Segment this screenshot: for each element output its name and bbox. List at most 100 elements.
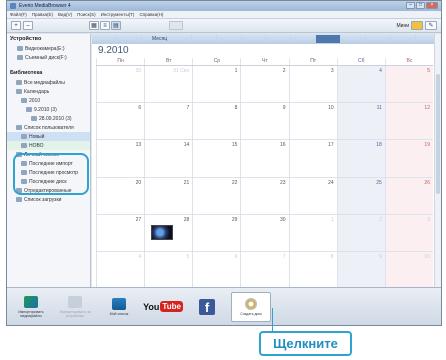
sidebar-library-item[interactable]: 28.09.2010 (3) <box>7 114 90 123</box>
calendar-day[interactable]: 30 <box>96 66 145 104</box>
calendar-day[interactable]: 4 <box>96 251 145 289</box>
calendar-day[interactable]: 1 <box>288 214 337 252</box>
calendar-day[interactable]: 27 <box>96 214 145 252</box>
menu-item-2[interactable]: Вид(V) <box>58 12 72 17</box>
color-swatch-icon[interactable] <box>411 21 423 30</box>
sidebar-library-item[interactable]: Список пользователя <box>7 123 90 132</box>
day-number: 10 <box>424 253 430 260</box>
calendar-day[interactable]: 14 <box>144 140 193 178</box>
month-title: 9.2010 <box>98 45 129 56</box>
calendar-day[interactable]: 8 <box>288 251 337 289</box>
calendar-day[interactable]: 7 <box>144 103 193 141</box>
calendar-day[interactable]: 5 <box>384 66 433 104</box>
calendar-day[interactable]: 9 <box>240 103 289 141</box>
export-button[interactable]: Экспортировать на устройство <box>55 292 95 322</box>
calendar-day[interactable]: 2 <box>240 66 289 104</box>
vertical-scrollbar[interactable] <box>434 34 441 288</box>
calendar-day[interactable]: 10 <box>288 103 337 141</box>
calendar-day[interactable]: 9 <box>336 251 385 289</box>
folder-icon <box>21 143 27 148</box>
calendar-day[interactable]: 29 <box>192 214 241 252</box>
month-tab[interactable] <box>117 35 142 43</box>
calendar-day[interactable]: 3 <box>288 66 337 104</box>
close-button[interactable]: × <box>426 2 438 9</box>
menu-item-3[interactable]: Поиск(S) <box>77 12 95 17</box>
settings-icon[interactable]: ✎ <box>425 21 437 30</box>
calendar-day[interactable]: 22 <box>192 177 241 215</box>
calendar-day[interactable]: 20 <box>96 177 145 215</box>
month-tab[interactable] <box>217 35 242 43</box>
calendar-day[interactable]: 8 <box>192 103 241 141</box>
add-icon[interactable]: + <box>11 21 21 30</box>
sidebar-library-item[interactable]: Календарь <box>7 87 90 96</box>
sidebar-device-item[interactable]: Видеокамера(E:) <box>7 44 90 53</box>
day-number: 9 <box>282 105 286 112</box>
month-tab[interactable] <box>92 35 117 43</box>
menu-item-5[interactable]: Справка(H) <box>139 12 163 17</box>
calendar-day[interactable]: 4 <box>336 66 385 104</box>
minimize-button[interactable]: – <box>406 2 415 9</box>
day-number: 3 <box>427 216 430 223</box>
calendar-day[interactable]: 24 <box>288 177 337 215</box>
calendar-day[interactable]: 7 <box>240 251 289 289</box>
month-tab[interactable] <box>167 35 192 43</box>
disc-icon <box>245 297 257 310</box>
search-icon[interactable] <box>169 21 183 30</box>
sidebar-library-item[interactable]: Новый <box>7 132 90 141</box>
calendar-day[interactable]: 21 <box>144 177 193 215</box>
calendar-day[interactable]: 6 <box>96 103 145 141</box>
sidebar-device-item[interactable]: Съемный диск(F:) <box>7 53 90 62</box>
calendar-day[interactable]: 26 <box>384 177 433 215</box>
sidebar-library-item[interactable]: 9.2010 (3) <box>7 105 90 114</box>
calendar-day[interactable]: 3 <box>384 214 433 252</box>
calendar-day[interactable]: 12 <box>384 103 433 141</box>
sidebar-library-item[interactable]: Список загрузки <box>7 195 90 204</box>
calendar-day[interactable]: 11 <box>336 103 385 141</box>
calendar-day[interactable]: 25 <box>336 177 385 215</box>
sidebar-library-item[interactable]: НОВО <box>7 141 90 150</box>
video-thumbnail[interactable] <box>151 224 174 240</box>
calendar-day[interactable]: 10 <box>384 251 433 289</box>
calendar-day[interactable]: 1 <box>192 66 241 104</box>
month-tab[interactable] <box>391 35 416 43</box>
menu-item-4[interactable]: Инструменты(T) <box>101 12 135 17</box>
sidebar-library-item[interactable]: 2010 <box>7 96 90 105</box>
menu-item-0[interactable]: Файл(F) <box>10 12 27 17</box>
calendar-day[interactable]: 28 <box>144 214 193 252</box>
month-tab[interactable] <box>316 35 342 43</box>
youtube-button[interactable]: You Tube <box>143 292 183 322</box>
calendar-day[interactable]: 17 <box>288 140 337 178</box>
month-tab[interactable] <box>291 35 317 43</box>
month-tab[interactable] <box>366 35 392 43</box>
day-headers: Пн Вт Ср Чт Пт Сб Вс <box>96 58 433 65</box>
calendar-view-icon[interactable]: ▤ <box>111 21 121 30</box>
sidebar-library-item[interactable]: Все медиафайлы <box>7 78 90 87</box>
calendar-day[interactable]: 16 <box>240 140 289 178</box>
day-number: 26 <box>424 179 430 186</box>
day-number: 6 <box>234 253 238 260</box>
calendar-day[interactable]: 5 <box>144 251 193 289</box>
calendar-day[interactable]: 2 <box>336 214 385 252</box>
month-tab[interactable] <box>341 35 367 43</box>
create-disc-button[interactable]: Создать диск <box>231 291 271 322</box>
calendar-day[interactable]: 30 <box>240 214 289 252</box>
import-button[interactable]: Импортировать медиафайлы <box>11 292 51 322</box>
calendar-day[interactable]: 15 <box>192 140 241 178</box>
facebook-button[interactable]: f <box>187 292 227 322</box>
list-view-icon[interactable]: ≡ <box>100 21 110 30</box>
maximize-button[interactable]: □ <box>416 2 425 9</box>
menu-item-1[interactable]: Правка(E) <box>32 12 53 17</box>
my-list-button[interactable]: Мой список <box>99 292 139 322</box>
remove-icon[interactable]: – <box>23 21 33 30</box>
calendar-day[interactable]: 6 <box>192 251 241 289</box>
grid-view-icon[interactable]: ▦ <box>89 21 99 30</box>
folder-icon <box>16 197 22 202</box>
calendar-day[interactable]: 18 <box>336 140 385 178</box>
calendar-day[interactable]: 23 <box>240 177 289 215</box>
month-tab[interactable] <box>266 35 292 43</box>
month-tab[interactable] <box>192 35 217 43</box>
calendar-day[interactable]: 19 <box>384 140 433 178</box>
calendar-day[interactable]: 13 <box>96 140 145 178</box>
month-tab[interactable] <box>242 35 267 43</box>
calendar-day[interactable]: 31 Сен <box>144 66 193 104</box>
